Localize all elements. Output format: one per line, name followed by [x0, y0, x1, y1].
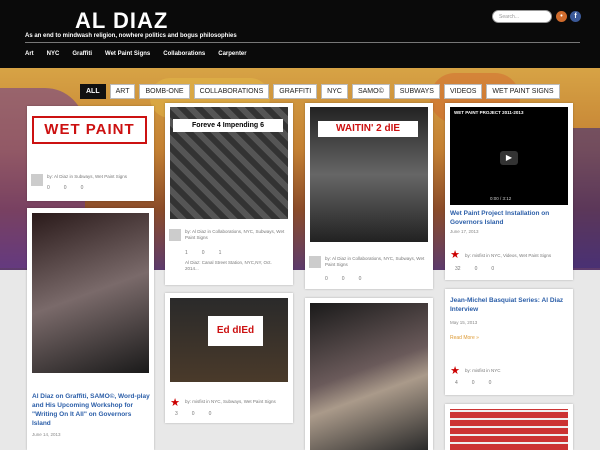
- filter-bomb-one[interactable]: BOMB-ONE: [139, 84, 190, 99]
- author-avatar[interactable]: [31, 174, 43, 186]
- site-tagline: As an end to mindwash religion, nowhere …: [25, 33, 237, 39]
- read-more-link[interactable]: Read More »: [450, 335, 479, 341]
- post-caption: Al Diaz: Canal Street Station, NYC,NY, O…: [185, 260, 272, 271]
- post-date: May 15, 2013: [450, 320, 478, 325]
- post-card-basquiat-interview[interactable]: Jean-Michel Basquiat Series: Al Diaz Int…: [445, 289, 573, 395]
- post-image[interactable]: WAITIN' 2 dIE: [310, 107, 428, 242]
- sign-text: Foreve 4 Impending 6: [173, 119, 283, 132]
- like-count[interactable]: 0: [359, 276, 362, 282]
- comment-count: 0: [471, 380, 475, 386]
- like-count[interactable]: 0: [81, 185, 84, 191]
- post-counts: 32 0 0: [455, 266, 494, 272]
- filter-subways[interactable]: SUBWAYS: [393, 84, 440, 99]
- header-divider: [25, 42, 580, 43]
- view-count: 4: [455, 380, 458, 386]
- author-avatar-star[interactable]: ★: [449, 365, 461, 377]
- filter-art[interactable]: ART: [109, 84, 136, 99]
- play-icon[interactable]: ▶: [500, 151, 518, 165]
- post-meta: by: misfist in NYC, Subways, Wet Paint S…: [185, 399, 276, 404]
- post-title[interactable]: Al Diaz on Graffiti, SAMO©, Word-play an…: [32, 392, 150, 428]
- post-meta: by: misfist in NYC: [465, 368, 501, 373]
- post-meta: by: Al Diaz in Collaborations, NYC, Subw…: [325, 256, 425, 267]
- filter-bar: ALL ART BOMB-ONE COLLABORATIONS GRAFFITI…: [80, 84, 560, 99]
- post-card-forever-impending[interactable]: Foreve 4 Impending 6 by: Al Diaz in Coll…: [165, 103, 293, 285]
- nav-item-graffiti[interactable]: Graffiti: [72, 51, 92, 57]
- author-avatar-star[interactable]: ★: [449, 249, 461, 261]
- comment-count: 0: [191, 411, 195, 417]
- like-count[interactable]: 0: [491, 266, 494, 272]
- facebook-icon[interactable]: f: [570, 11, 581, 22]
- post-image[interactable]: Ed dIEd: [170, 298, 288, 382]
- filter-graffiti[interactable]: GRAFFITI: [273, 84, 318, 99]
- view-count: 32: [455, 266, 461, 272]
- filter-wet-paint-signs[interactable]: WET PAINT SIGNS: [486, 84, 560, 99]
- post-date: June 17, 2013: [450, 229, 479, 234]
- site-title[interactable]: AL DIAZ: [75, 8, 168, 34]
- comment-count: 0: [341, 276, 345, 282]
- filter-all[interactable]: ALL: [80, 84, 106, 99]
- post-image[interactable]: [32, 213, 149, 373]
- post-counts: 0 0 0: [47, 185, 83, 191]
- video-time: 0:00 / 3:12: [490, 196, 512, 201]
- post-image[interactable]: [310, 303, 428, 450]
- view-count: 0: [325, 276, 328, 282]
- post-meta: by: Al Diaz in Subways, Wet Paint Signs: [47, 174, 127, 179]
- nav-item-art[interactable]: Art: [25, 51, 34, 57]
- sign-text: Ed dIEd: [208, 316, 263, 346]
- post-counts: 4 0 0: [455, 380, 491, 386]
- post-card-brick-photo[interactable]: [445, 404, 573, 450]
- search-input[interactable]: Search...: [492, 10, 552, 23]
- rss-icon[interactable]: •: [556, 11, 567, 22]
- video-title: WET PAINT PROJECT 2011-2013: [454, 110, 524, 115]
- like-count[interactable]: 0: [489, 380, 492, 386]
- post-meta: by: misfist in NYC, Videos, Wet Paint Si…: [465, 253, 552, 258]
- post-image[interactable]: Foreve 4 Impending 6: [170, 107, 288, 219]
- comment-count: 0: [201, 250, 205, 256]
- view-count: 3: [175, 411, 178, 417]
- post-counts: 1 0 1: [185, 250, 221, 256]
- post-card-video[interactable]: WET PAINT PROJECT 2011-2013 ▶ 0:00 / 3:1…: [445, 103, 573, 280]
- comment-count: 0: [63, 185, 67, 191]
- author-avatar[interactable]: [309, 256, 321, 268]
- post-title[interactable]: Wet Paint Project Installation on Govern…: [450, 209, 568, 227]
- comment-count: 0: [474, 266, 478, 272]
- filter-collaborations[interactable]: COLLABORATIONS: [193, 84, 270, 99]
- post-card-al-diaz-graffiti[interactable]: Al Diaz on Graffiti, SAMO©, Word-play an…: [27, 208, 154, 450]
- view-count: 1: [185, 250, 188, 256]
- nav-item-carpenter[interactable]: Carpenter: [218, 51, 246, 57]
- author-avatar-star[interactable]: ★: [169, 397, 181, 409]
- main-nav: Art NYC Graffiti Wet Paint Signs Collabo…: [25, 51, 247, 57]
- site-header: AL DIAZ As an end to mindwash religion, …: [0, 0, 600, 68]
- post-counts: 3 0 0: [175, 411, 211, 417]
- post-title[interactable]: Jean-Michel Basquiat Series: Al Diaz Int…: [450, 296, 568, 314]
- video-player[interactable]: WET PAINT PROJECT 2011-2013 ▶ 0:00 / 3:1…: [450, 107, 568, 205]
- post-card-photo[interactable]: [305, 298, 433, 450]
- filter-nyc[interactable]: NYC: [321, 84, 348, 99]
- post-date: June 14, 2013: [32, 432, 61, 437]
- post-image[interactable]: [450, 409, 568, 450]
- filter-videos[interactable]: VIDEOS: [443, 84, 483, 99]
- sign-text: WAITIN' 2 dIE: [318, 121, 418, 137]
- like-count[interactable]: 1: [219, 250, 222, 256]
- view-count: 0: [47, 185, 50, 191]
- wet-paint-sign-image[interactable]: WET PAINT: [32, 116, 147, 144]
- nav-item-nyc[interactable]: NYC: [47, 51, 60, 57]
- post-card-wet-paint[interactable]: WET PAINT by: Al Diaz in Subways, Wet Pa…: [27, 106, 154, 201]
- author-avatar[interactable]: [169, 229, 181, 241]
- post-card-ed-died[interactable]: Ed dIEd ★ by: misfist in NYC, Subways, W…: [165, 293, 293, 423]
- filter-samo[interactable]: SAMO©: [351, 84, 390, 99]
- like-count[interactable]: 0: [209, 411, 212, 417]
- post-card-waitin-2-die[interactable]: WAITIN' 2 dIE by: Al Diaz in Collaborati…: [305, 103, 433, 289]
- nav-item-collaborations[interactable]: Collaborations: [163, 51, 205, 57]
- post-meta: by: Al Diaz in Collaborations, NYC, Subw…: [185, 229, 285, 240]
- nav-item-wet-paint-signs[interactable]: Wet Paint Signs: [105, 51, 150, 57]
- post-counts: 0 0 0: [325, 276, 361, 282]
